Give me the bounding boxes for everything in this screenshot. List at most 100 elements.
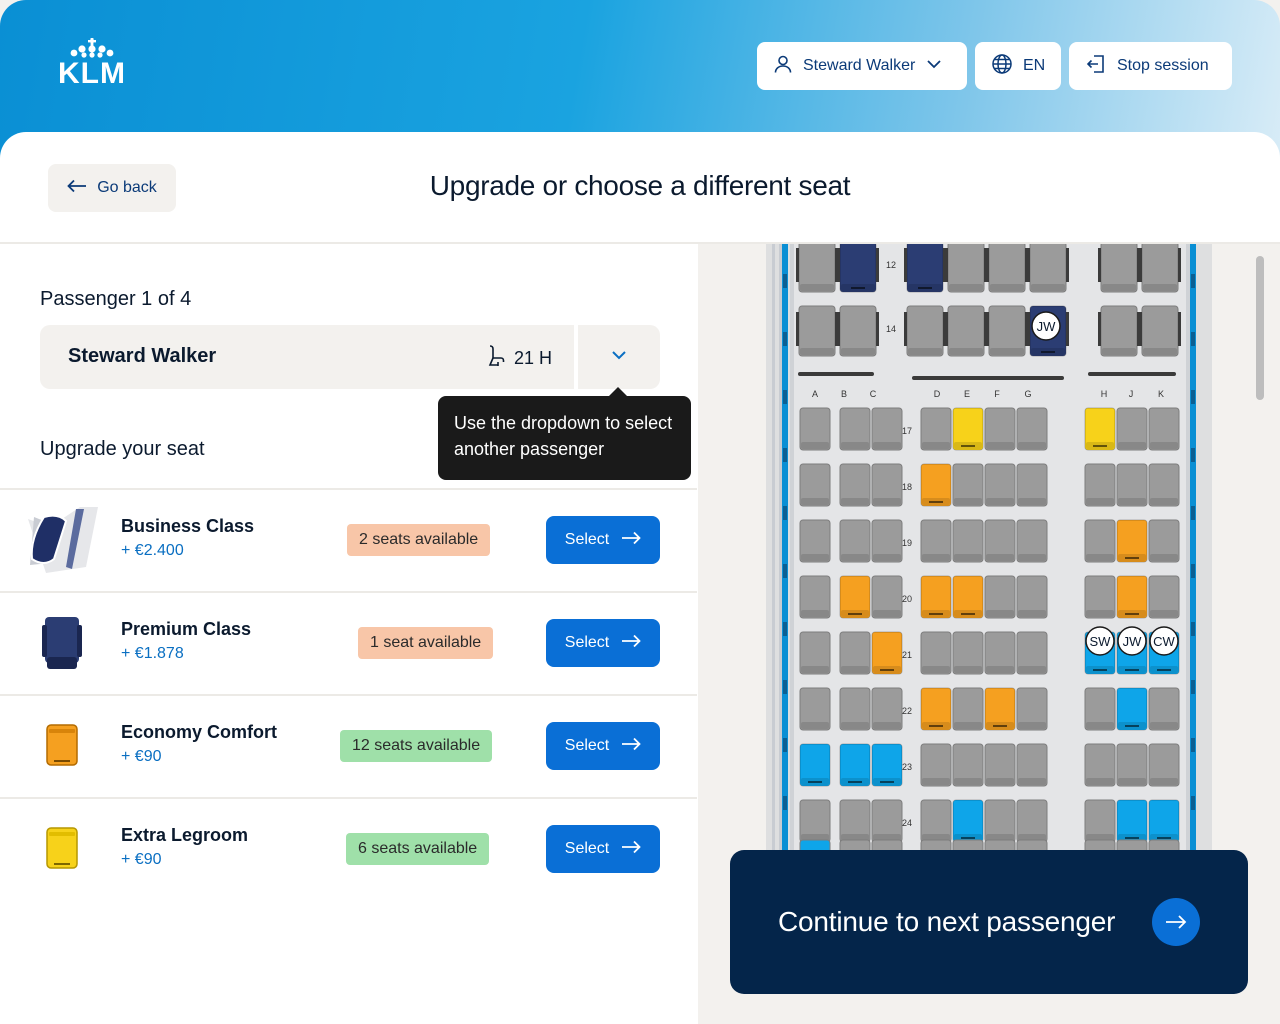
availability-badge: 1 seat available: [358, 627, 494, 659]
seat: [799, 575, 831, 619]
seat: [871, 799, 903, 843]
seat: [871, 575, 903, 619]
extra-legroom-seat-icon: [24, 813, 100, 885]
seat: [986, 244, 1028, 293]
seat: [952, 631, 984, 675]
seat: [920, 519, 952, 563]
seat[interactable]: [920, 687, 952, 731]
seat[interactable]: [871, 631, 903, 675]
continue-button[interactable]: Continue to next passenger: [730, 850, 1248, 994]
seat: [799, 631, 831, 675]
bulkhead: [912, 376, 1064, 380]
seat: [984, 743, 1016, 787]
bulkhead: [1088, 372, 1176, 376]
option-name: Business Class: [121, 516, 255, 536]
seat-row-23: 23: [799, 743, 1180, 787]
seat: [799, 839, 831, 850]
upgrade-heading: Upgrade your seat: [40, 438, 205, 460]
passenger-avatar[interactable]: JW: [1117, 626, 1147, 656]
seat[interactable]: [1116, 799, 1148, 843]
language-label: EN: [1023, 57, 1046, 74]
seat: [837, 305, 879, 357]
select-label: Select: [564, 737, 610, 754]
passenger-avatar[interactable]: JW: [1031, 311, 1061, 341]
seat: [1016, 839, 1048, 850]
seat: [1148, 743, 1180, 787]
seat: [839, 839, 871, 850]
row-number: 22: [902, 706, 912, 716]
seat[interactable]: [1084, 407, 1116, 451]
seat: [799, 687, 831, 731]
seat: [799, 799, 831, 843]
seat: [799, 463, 831, 507]
seat[interactable]: [1116, 519, 1148, 563]
column-letter: K: [1158, 389, 1164, 399]
seat[interactable]: [1148, 799, 1180, 843]
economy-comfort-seat-icon: [24, 710, 100, 782]
seat[interactable]: [904, 244, 946, 293]
seat: [799, 407, 831, 451]
seat: [920, 743, 952, 787]
availability-badge: 12 seats available: [340, 730, 493, 762]
passenger-avatar[interactable]: SW: [1085, 626, 1115, 656]
row-number: 14: [886, 324, 896, 334]
stop-session-button[interactable]: Stop session: [1069, 42, 1232, 90]
seat[interactable]: [952, 799, 984, 843]
seat: [920, 799, 952, 843]
select-button[interactable]: Select: [546, 516, 660, 564]
seat: [871, 687, 903, 731]
row-number: 12: [886, 260, 896, 270]
seat[interactable]: [839, 575, 871, 619]
availability-badge: 6 seats available: [346, 833, 490, 865]
row-number: 21: [902, 650, 912, 660]
seat[interactable]: [837, 244, 879, 293]
seat[interactable]: [920, 463, 952, 507]
seat: [839, 687, 871, 731]
seat: [1016, 575, 1048, 619]
seat[interactable]: [871, 743, 903, 787]
seat-row-12: 12: [796, 244, 1181, 293]
seat-row-17: 17: [799, 407, 1180, 451]
user-menu-button[interactable]: Steward Walker: [757, 42, 967, 90]
seat[interactable]: [984, 687, 1016, 731]
seat: [1016, 687, 1048, 731]
seat: [1016, 463, 1048, 507]
column-letter: H: [1101, 389, 1108, 399]
seat: [796, 244, 838, 293]
passenger-select[interactable]: Steward Walker 21 H: [40, 325, 660, 389]
seat: [984, 575, 1016, 619]
seat: [1016, 407, 1048, 451]
seat[interactable]: [1116, 687, 1148, 731]
seat[interactable]: [920, 575, 952, 619]
column-letter: C: [870, 389, 877, 399]
seat-map[interactable]: 12 14 17 18 19 20 21 22 23 24 A B C D E F G H J K JW SW JW CW: [766, 244, 1212, 850]
seat[interactable]: [839, 743, 871, 787]
seat: [986, 305, 1028, 357]
seat: [799, 519, 831, 563]
page-title: Upgrade or choose a different seat: [429, 170, 851, 201]
column-letter: D: [934, 389, 941, 399]
seat: [1139, 305, 1181, 357]
seat: [920, 407, 952, 451]
language-button[interactable]: EN: [975, 42, 1061, 90]
select-button[interactable]: Select: [546, 825, 660, 873]
business-seat-icon: [24, 504, 100, 576]
passenger-name: Steward Walker: [68, 345, 217, 367]
passenger-avatar[interactable]: CW: [1149, 626, 1179, 656]
seat-icon: [486, 344, 506, 373]
select-button[interactable]: Select: [546, 722, 660, 770]
passenger-dropdown-toggle[interactable]: [578, 325, 660, 389]
seat[interactable]: [952, 407, 984, 451]
seat[interactable]: [1116, 575, 1148, 619]
sign-out-icon: [1085, 53, 1107, 80]
user-icon: [773, 54, 793, 79]
scrollbar[interactable]: [1256, 256, 1264, 400]
select-button[interactable]: Select: [546, 619, 660, 667]
klm-logo[interactable]: KLM: [46, 38, 138, 94]
seat[interactable]: [799, 743, 831, 787]
column-letter: J: [1129, 389, 1134, 399]
seat[interactable]: [952, 575, 984, 619]
seat: [839, 799, 871, 843]
seat-row-20: 20: [799, 575, 1180, 619]
seat: [1016, 519, 1048, 563]
